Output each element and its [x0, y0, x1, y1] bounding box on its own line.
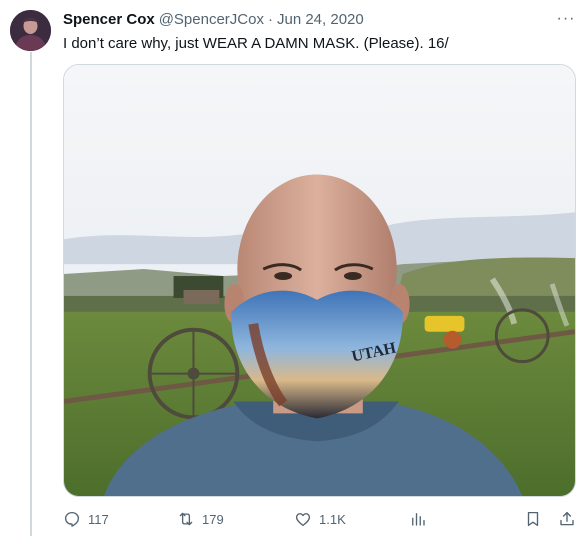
views-icon: [412, 513, 425, 526]
reply-count: 117: [88, 511, 109, 527]
ellipsis-icon: ···: [556, 10, 576, 27]
like-count: 1.1K: [319, 511, 346, 527]
tweet-actions: 117 179 1.1K: [63, 507, 576, 531]
views-button[interactable]: [409, 507, 427, 531]
author-handle[interactable]: @SpencerJCox: [159, 11, 264, 28]
reply-button[interactable]: 117: [63, 507, 109, 531]
tweet[interactable]: Spencer Cox @SpencerJCox · Jun 24, 2020 …: [0, 0, 582, 536]
bookmark-button[interactable]: [524, 507, 542, 531]
share-icon: [560, 511, 574, 526]
retweet-icon: [179, 512, 193, 526]
thread-line: [30, 52, 32, 536]
share-button[interactable]: [558, 507, 576, 531]
avatar[interactable]: [10, 10, 51, 51]
reply-icon: [64, 511, 80, 527]
author-name[interactable]: Spencer Cox: [63, 11, 155, 28]
tweet-header: Spencer Cox @SpencerJCox · Jun 24, 2020: [63, 9, 364, 29]
tweet-text: I don’t care why, just WEAR A DAMN MASK.…: [63, 35, 449, 52]
like-button[interactable]: 1.1K: [294, 507, 346, 531]
photo-selfie-masked-man: UTAH: [64, 65, 575, 496]
avatar-image: [10, 10, 51, 51]
retweet-count: 179: [202, 511, 224, 527]
separator: ·: [267, 10, 273, 28]
more-options-button[interactable]: ···: [556, 10, 576, 28]
like-icon: [295, 513, 311, 527]
bookmark-icon: [527, 511, 539, 527]
retweet-button[interactable]: 179: [177, 507, 224, 531]
tweet-date[interactable]: Jun 24, 2020: [277, 11, 364, 28]
tweet-photo[interactable]: UTAH: [63, 64, 576, 497]
